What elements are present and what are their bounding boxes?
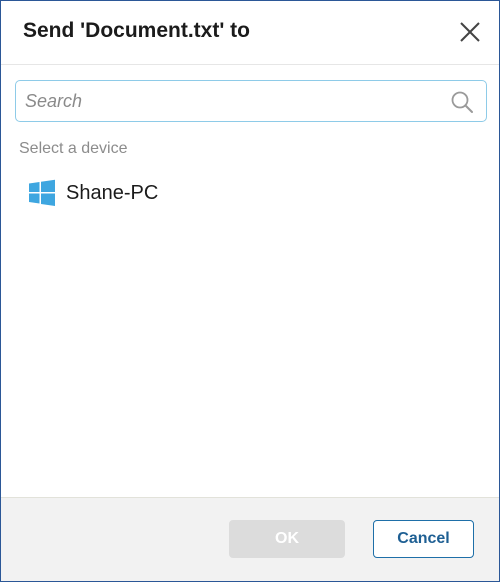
dialog-title: Send 'Document.txt' to [23, 19, 250, 42]
search-icon[interactable] [450, 90, 474, 114]
close-icon [460, 22, 480, 42]
dialog-header: Send 'Document.txt' to [1, 1, 499, 65]
cancel-button[interactable]: Cancel [373, 520, 474, 558]
ok-button[interactable]: OK [229, 520, 345, 558]
device-item-shane-pc[interactable]: Shane-PC [25, 175, 168, 211]
search-box [15, 80, 487, 122]
send-to-dialog: Send 'Document.txt' to Select a device S… [0, 0, 500, 582]
close-button[interactable] [455, 17, 485, 47]
dialog-footer: OK Cancel [1, 497, 499, 581]
search-input[interactable] [16, 81, 436, 121]
device-section-label: Select a device [19, 140, 128, 157]
device-label: Shane-PC [66, 181, 159, 204]
windows-icon [29, 179, 55, 206]
